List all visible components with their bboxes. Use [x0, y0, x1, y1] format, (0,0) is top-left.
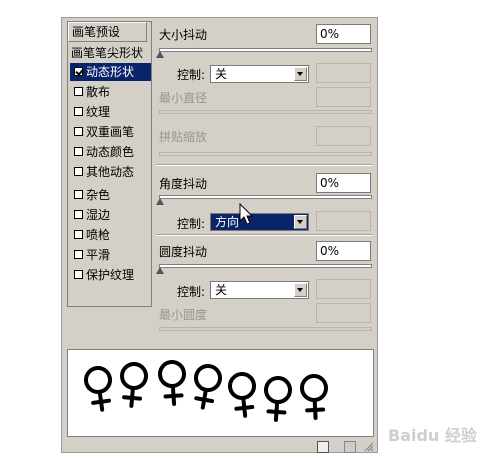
list-item-label: 散布 — [86, 85, 111, 99]
list-item-label: 动态形状 — [86, 65, 135, 79]
female-symbol-stroke — [84, 360, 328, 422]
list-item-label: 喷枪 — [86, 228, 111, 242]
angle-control-select[interactable]: 方向 — [210, 213, 309, 231]
list-item-smoothing[interactable]: 平滑 — [70, 246, 110, 264]
list-item-label: 杂色 — [86, 188, 111, 202]
checkbox[interactable] — [74, 250, 83, 259]
watermark: Baidu 经验 — [388, 426, 477, 445]
checkbox[interactable] — [74, 147, 83, 156]
checkbox[interactable] — [74, 87, 83, 96]
list-item-brush-tip-shape[interactable]: 画笔笔尖形状 — [70, 44, 143, 62]
trash-icon[interactable] — [344, 441, 356, 453]
brush-stroke-preview — [67, 349, 374, 437]
roundness-control-select[interactable]: 关 — [210, 281, 309, 299]
list-item-label: 平滑 — [86, 248, 111, 262]
list-item-label: 画笔笔尖形状 — [71, 46, 144, 60]
angle-control-field — [316, 211, 371, 231]
min-roundness-input — [316, 303, 371, 323]
list-item-other-dynamics[interactable]: 其他动态 — [70, 163, 134, 181]
min-diameter-label: 最小直径 — [159, 91, 208, 105]
tilt-scale-label: 拼贴缩放 — [159, 130, 208, 144]
select-value: 关 — [215, 67, 228, 81]
list-item-label: 纹理 — [86, 105, 111, 119]
checkbox[interactable] — [74, 230, 83, 239]
brush-settings-list: 画笔预设 画笔笔尖形状 动态形状 散布 纹理 双重画笔 动态颜色 其他动态 杂色… — [67, 21, 152, 307]
checkbox[interactable] — [74, 210, 83, 219]
roundness-control-field — [316, 279, 371, 299]
roundness-jitter-slider[interactable] — [159, 264, 372, 268]
select-value: 关 — [215, 283, 228, 297]
size-control-label: 控制: — [177, 68, 206, 82]
female-symbol-icon — [120, 362, 148, 408]
slider-thumb[interactable] — [156, 198, 164, 205]
slider-thumb[interactable] — [156, 267, 164, 274]
checkbox[interactable] — [74, 107, 83, 116]
list-item-color-dynamics[interactable]: 动态颜色 — [70, 143, 134, 161]
slider-thumb[interactable] — [156, 51, 164, 58]
angle-jitter-label: 角度抖动 — [159, 177, 208, 191]
min-roundness-label: 最小圆度 — [159, 308, 208, 322]
female-symbol-icon — [300, 374, 328, 420]
divider — [156, 234, 373, 236]
list-item-dual-brush[interactable]: 双重画笔 — [70, 123, 134, 141]
min-diameter-slider — [159, 110, 372, 114]
list-item-label: 保护纹理 — [86, 268, 135, 282]
size-control-field — [316, 63, 371, 83]
list-item-label: 动态颜色 — [86, 145, 135, 159]
select-value: 方向 — [215, 215, 240, 229]
female-symbol-icon — [228, 372, 256, 418]
angle-jitter-slider[interactable] — [159, 195, 372, 199]
list-item-protect-texture[interactable]: 保护纹理 — [70, 266, 134, 284]
chevron-down-icon[interactable] — [294, 283, 307, 297]
roundness-control-label: 控制: — [177, 285, 206, 299]
tilt-scale-slider — [159, 152, 372, 156]
list-item-wet-edges[interactable]: 湿边 — [70, 206, 110, 224]
list-item-scattering[interactable]: 散布 — [70, 83, 110, 101]
min-roundness-slider — [159, 327, 372, 331]
min-diameter-input — [316, 87, 371, 107]
female-symbol-icon — [264, 376, 292, 422]
female-symbol-icon — [84, 366, 112, 412]
checkbox[interactable] — [74, 127, 83, 136]
roundness-jitter-label: 圆度抖动 — [159, 245, 208, 259]
list-item-airbrush[interactable]: 喷枪 — [70, 226, 110, 244]
list-item-label: 其他动态 — [86, 165, 135, 179]
size-jitter-input[interactable]: 0% — [316, 24, 371, 44]
angle-jitter-input[interactable]: 0% — [316, 173, 371, 193]
angle-control-label: 控制: — [177, 217, 206, 231]
new-brush-icon[interactable] — [317, 441, 329, 453]
checkbox[interactable] — [74, 167, 83, 176]
divider — [156, 164, 373, 166]
size-jitter-slider[interactable] — [159, 48, 372, 52]
size-jitter-label: 大小抖动 — [159, 28, 208, 42]
checkbox[interactable] — [74, 67, 83, 76]
roundness-jitter-input[interactable]: 0% — [316, 241, 371, 261]
mouse-cursor-icon — [239, 203, 254, 225]
checkbox[interactable] — [74, 190, 83, 199]
size-control-select[interactable]: 关 — [210, 65, 309, 83]
tilt-scale-input — [316, 126, 371, 146]
female-symbol-icon — [194, 364, 222, 410]
female-symbol-icon — [158, 360, 186, 406]
brush-panel: 画笔预设 画笔笔尖形状 动态形状 散布 纹理 双重画笔 动态颜色 其他动态 杂色… — [61, 17, 378, 453]
list-item-shape-dynamics[interactable]: 动态形状 — [70, 63, 151, 81]
list-item-label: 湿边 — [86, 208, 111, 222]
list-header-brush-presets[interactable]: 画笔预设 — [68, 22, 147, 42]
list-item-label: 双重画笔 — [86, 125, 135, 139]
checkbox[interactable] — [74, 270, 83, 279]
list-item-noise[interactable]: 杂色 — [70, 186, 110, 204]
list-item-texture[interactable]: 纹理 — [70, 103, 110, 121]
resize-grip-icon[interactable] — [364, 441, 374, 452]
chevron-down-icon[interactable] — [294, 215, 307, 229]
chevron-down-icon[interactable] — [294, 67, 307, 81]
